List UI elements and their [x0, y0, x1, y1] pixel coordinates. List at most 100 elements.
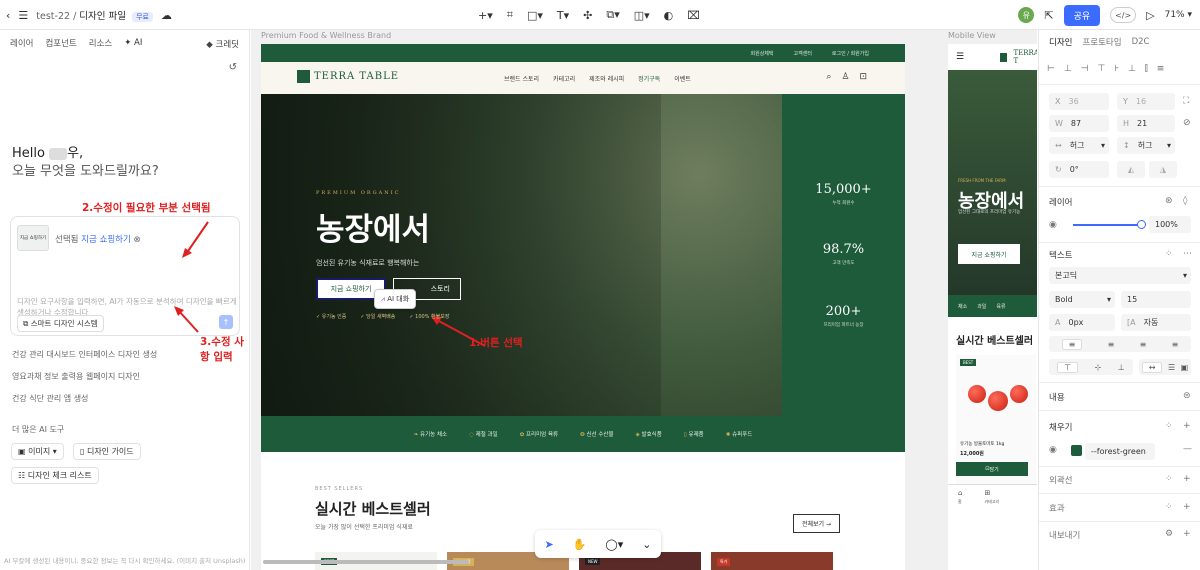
- design-canvas[interactable]: Premium Food & Wellness Brand Mobile Vie…: [251, 30, 1037, 570]
- more-icon[interactable]: ⋯: [1183, 249, 1192, 259]
- horizontal-scrollbar[interactable]: [263, 560, 469, 564]
- x-field[interactable]: X 36: [1049, 93, 1109, 110]
- ai-chat-popup[interactable]: ⩘ AI 대화: [374, 289, 417, 309]
- link-icon[interactable]: ⊘: [1183, 118, 1191, 128]
- util-link[interactable]: 고객센터: [794, 50, 812, 57]
- valign-bottom-icon[interactable]: ⊥: [1118, 363, 1125, 372]
- distribute-h-icon[interactable]: ⫿: [1145, 64, 1148, 74]
- effect-style-icon[interactable]: ⁘: [1165, 502, 1173, 512]
- util-link[interactable]: 회원상체택: [751, 50, 774, 57]
- constraints-icon[interactable]: ⛶: [1183, 96, 1189, 106]
- align-right-icon[interactable]: ⊣: [1081, 64, 1089, 74]
- design-checklist-button[interactable]: ☷ 디자인 체크 리스트: [11, 467, 99, 484]
- tab-components[interactable]: 컴포넌트: [45, 37, 76, 49]
- rotation-field[interactable]: ↻ 0°: [1049, 161, 1109, 178]
- home-tab[interactable]: ⌂ 홈: [958, 489, 962, 508]
- menu-item[interactable]: 제조와 레시피: [589, 74, 624, 83]
- mobile-shop-button[interactable]: 지금 쇼핑하기: [958, 244, 1020, 264]
- export-icon[interactable]: ⇱: [1044, 9, 1053, 22]
- suggestion-item[interactable]: 영요과채 정보 출력용 웹페이지 디자인: [12, 371, 140, 382]
- menu-item[interactable]: 브랜드 스토리: [504, 74, 539, 83]
- fill-style-icon[interactable]: ⁘: [1165, 421, 1173, 431]
- back-icon[interactable]: ‹: [6, 9, 10, 22]
- vertical-align-control[interactable]: ⊤ ⊹ ⊥: [1049, 359, 1133, 375]
- text-align-control[interactable]: ≡ ≡ ≡ ≡: [1049, 336, 1191, 352]
- add-fill-icon[interactable]: +: [1183, 421, 1191, 431]
- brand-logo[interactable]: TERRA TABLE: [297, 70, 399, 83]
- fill-token-field[interactable]: --forest-green: [1085, 443, 1155, 460]
- category-item[interactable]: ▯ 유제품: [684, 430, 704, 438]
- user-avatar[interactable]: 유: [1018, 7, 1035, 23]
- cart-icon[interactable]: ⊡: [859, 72, 867, 82]
- share-button[interactable]: 공유: [1063, 4, 1101, 26]
- search-icon[interactable]: ⌕: [826, 72, 831, 82]
- smart-design-system-button[interactable]: ⧉ 스마트 디자인 시스템: [17, 315, 104, 332]
- tab-layers[interactable]: 레이어: [10, 37, 33, 49]
- menu-item[interactable]: 이벤트: [674, 74, 691, 83]
- flip-v-button[interactable]: ◮: [1149, 161, 1177, 178]
- fill-color-swatch[interactable]: [1071, 445, 1082, 456]
- category-item[interactable]: ◈ 발효식품: [636, 430, 662, 438]
- eye-icon[interactable]: ◉: [1049, 220, 1057, 230]
- mobile-category[interactable]: 육류: [996, 303, 1005, 310]
- tab-resources[interactable]: 리소스: [89, 37, 112, 49]
- product-card[interactable]: 특가: [711, 552, 833, 570]
- export-settings-icon[interactable]: ⚙: [1165, 529, 1173, 539]
- font-family-select[interactable]: 본고딕 ▾: [1049, 267, 1191, 284]
- collapse-icon[interactable]: ⌄: [642, 538, 651, 551]
- add-stroke-icon[interactable]: +: [1183, 474, 1191, 484]
- history-icon[interactable]: ↺: [229, 62, 237, 73]
- frame-icon[interactable]: ⌗: [507, 8, 513, 22]
- line-height-field[interactable]: [A 자동: [1121, 314, 1191, 331]
- flip-h-button[interactable]: ◭: [1117, 161, 1145, 178]
- util-link[interactable]: 로그인 / 회원가입: [832, 50, 869, 57]
- opacity-slider-knob[interactable]: [1137, 220, 1146, 229]
- stroke-style-icon[interactable]: ⁘: [1165, 474, 1173, 484]
- content-settings-icon[interactable]: ⊜: [1183, 391, 1191, 401]
- add-effect-icon[interactable]: +: [1183, 502, 1191, 512]
- category-item[interactable]: ✿ 프리미엄 육류: [520, 430, 558, 438]
- auto-width-icon[interactable]: ↔: [1141, 361, 1163, 373]
- desktop-frame[interactable]: 회원상체택 고객센터 로그인 / 회원가입 TERRA TABLE 브랜드 스토…: [261, 44, 905, 570]
- image-tool-button[interactable]: ▣ 이미지 ▾: [11, 443, 64, 460]
- mobile-cart-button[interactable]: ⊡ 담기: [956, 462, 1028, 476]
- text-align-right-icon[interactable]: ≡: [1140, 340, 1147, 349]
- height-field[interactable]: H 21: [1117, 115, 1175, 132]
- menu-icon[interactable]: ☰: [18, 9, 28, 22]
- suggestion-item[interactable]: 건강 관리 대시보드 인터페이스 디자인 생성: [12, 349, 157, 360]
- suggestion-item[interactable]: 건강 식단 관리 앱 생성: [12, 393, 88, 404]
- y-field[interactable]: Y 16: [1117, 93, 1175, 110]
- copy-icon[interactable]: ⧉▾: [606, 8, 619, 22]
- valign-top-icon[interactable]: ⊤: [1057, 361, 1079, 373]
- hand-icon[interactable]: ✋: [573, 538, 587, 551]
- tab-design[interactable]: 디자인: [1049, 36, 1072, 48]
- category-item[interactable]: ❧ 유기농 채소: [414, 430, 447, 438]
- credit-button[interactable]: ◆ 크레딧: [206, 38, 239, 50]
- font-size-field[interactable]: 15: [1121, 291, 1191, 308]
- hug-width-select[interactable]: ↔ 허그 ▾: [1049, 137, 1109, 154]
- tab-d2c[interactable]: D2C: [1132, 37, 1150, 47]
- component-icon[interactable]: ✣: [583, 9, 592, 22]
- mobile-frame-label[interactable]: Mobile View: [948, 31, 996, 40]
- zoom-level[interactable]: 71% ▾: [1165, 10, 1192, 20]
- tab-prototype[interactable]: 프로토타입: [1082, 36, 1121, 48]
- opacity-field[interactable]: 100%: [1149, 216, 1191, 233]
- distribute-v-icon[interactable]: ≡: [1157, 64, 1165, 74]
- category-item[interactable]: ✺ 슈퍼푸드: [726, 430, 753, 438]
- mobile-category[interactable]: 과일: [977, 303, 986, 310]
- text-style-icon[interactable]: ⁘: [1165, 249, 1173, 259]
- category-item[interactable]: ◌ 제철 과일: [469, 430, 498, 438]
- design-guide-button[interactable]: ▯ 디자인 가이드: [73, 443, 141, 460]
- align-hcenter-icon[interactable]: ⊥: [1064, 64, 1072, 74]
- align-top-icon[interactable]: ⊤: [1098, 64, 1106, 74]
- text-align-center-icon[interactable]: ≡: [1108, 340, 1115, 349]
- drop-icon[interactable]: ◊: [1183, 196, 1187, 206]
- mask-icon[interactable]: ◐: [664, 9, 674, 22]
- auto-height-icon[interactable]: ☰: [1168, 363, 1175, 372]
- hug-height-select[interactable]: ↕ 허그 ▾: [1117, 137, 1175, 154]
- tab-ai[interactable]: ✦ AI: [124, 38, 142, 48]
- menu-item[interactable]: 카테고리: [553, 74, 575, 83]
- view-all-button[interactable]: 전체보기 →: [793, 514, 841, 533]
- crop-icon[interactable]: ⌧: [687, 9, 700, 22]
- mobile-frame[interactable]: ☰ TERRA T FRESH FROM THE FARM 농장에서 엄선된 그…: [948, 44, 1037, 570]
